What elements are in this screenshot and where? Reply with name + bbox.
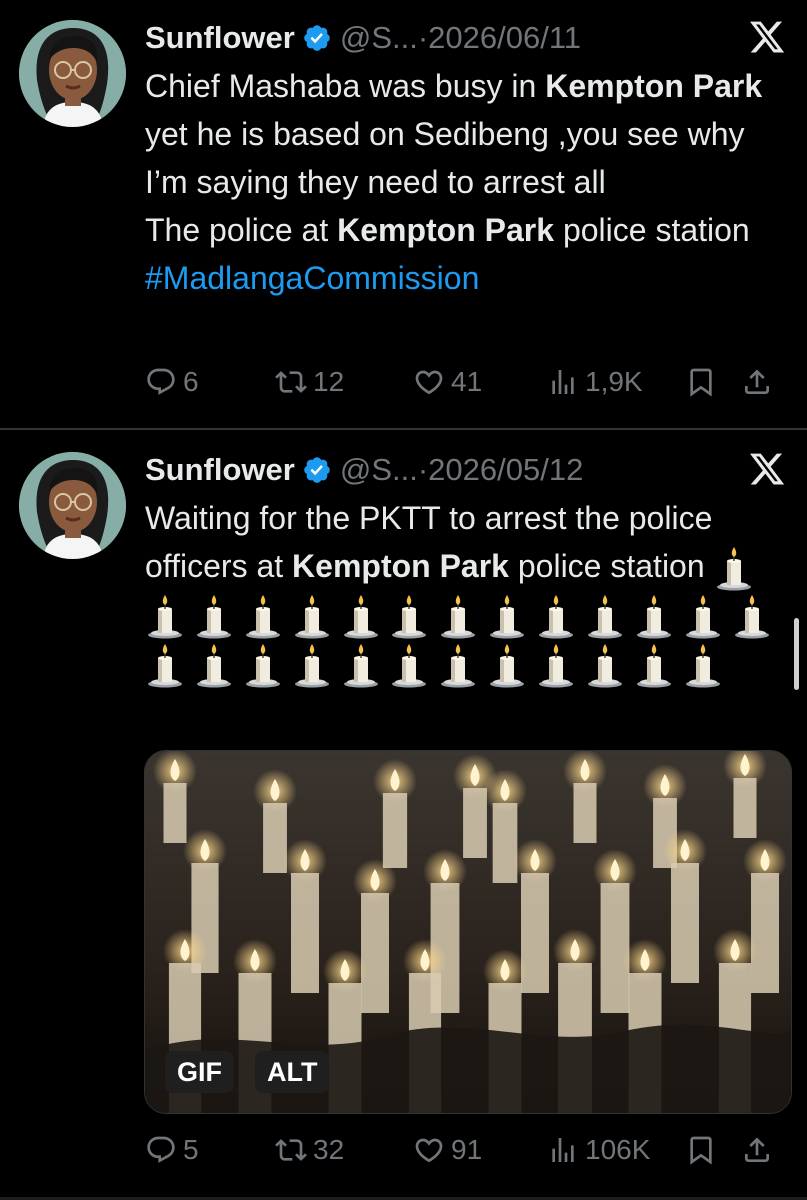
views-icon: [547, 1134, 579, 1166]
views-count: 106K: [585, 1134, 651, 1165]
repost-count: 12: [313, 366, 345, 397]
like-button[interactable]: 91: [413, 1128, 482, 1172]
reply-button[interactable]: 6: [145, 360, 199, 404]
gif-badge: GIF: [165, 1051, 234, 1093]
text-bold-segment: Kempton Park: [337, 212, 555, 248]
tweet-2[interactable]: Sunflower @S... · 2026/05/12 Waiting for…: [0, 432, 807, 1200]
action-bar: 6 12 41 1,9K: [145, 360, 785, 404]
text-bold-segment: Kempton Park: [292, 548, 509, 584]
separator-dot: ·: [417, 452, 429, 487]
bookmark-icon: [685, 1134, 717, 1166]
candle-emoji: [536, 595, 576, 639]
candle-emoji: [634, 595, 674, 639]
hashtag-link[interactable]: #MadlangaCommission: [145, 260, 479, 296]
reply-count: 6: [183, 366, 199, 397]
alt-badge[interactable]: ALT: [255, 1051, 330, 1093]
text-segment: The police at: [145, 212, 338, 248]
views-count: 1,9K: [585, 366, 643, 397]
text-segment: police station: [554, 212, 750, 248]
share-button[interactable]: [741, 360, 779, 404]
share-icon: [741, 366, 773, 398]
candle-emoji: [243, 595, 283, 639]
views-button[interactable]: 106K: [547, 1128, 650, 1172]
text-bold-segment: Kempton Park: [545, 68, 763, 104]
candles-gif-image: [145, 751, 791, 1113]
author-name[interactable]: Sunflower: [145, 452, 295, 488]
candle-emoji: [683, 595, 723, 639]
tweet-divider: [0, 428, 807, 430]
share-icon: [741, 1134, 773, 1166]
views-icon: [547, 366, 579, 398]
like-icon: [413, 366, 445, 398]
candle-emoji: [292, 644, 332, 688]
bookmark-icon: [685, 366, 717, 398]
candle-emoji: [634, 644, 674, 688]
candle-emoji: [292, 595, 332, 639]
repost-icon: [275, 1134, 307, 1166]
tweet-1[interactable]: Sunflower @S... · 2026/06/11 Chief Masha…: [0, 0, 807, 428]
candle-emoji: [536, 644, 576, 688]
candle-emoji: [732, 595, 772, 639]
repost-icon: [275, 366, 307, 398]
tweet-header: Sunflower @S... · 2026/06/11: [145, 16, 581, 60]
author-name[interactable]: Sunflower: [145, 20, 295, 56]
verified-badge-icon: [302, 23, 332, 53]
text-segment: Chief Mashaba was busy in: [145, 68, 546, 104]
candle-emoji: [389, 595, 429, 639]
bookmark-button[interactable]: [685, 1128, 723, 1172]
reply-icon: [145, 1134, 177, 1166]
reply-count: 5: [183, 1134, 199, 1165]
x-logo-icon: [748, 450, 786, 488]
repost-button[interactable]: 32: [275, 1128, 344, 1172]
candle-emoji: [487, 595, 527, 639]
avatar[interactable]: [19, 452, 126, 559]
avatar[interactable]: [19, 20, 126, 127]
gif-media[interactable]: GIF ALT: [144, 750, 792, 1114]
tweet-date[interactable]: 2026/05/12: [428, 452, 583, 488]
candle-emoji: [585, 644, 625, 688]
candle-emoji: [438, 595, 478, 639]
reply-icon: [145, 366, 177, 398]
text-segment: yet he is based on Sedibeng ,you see why…: [145, 116, 745, 200]
author-handle[interactable]: @S...: [340, 452, 418, 488]
like-button[interactable]: 41: [413, 360, 482, 404]
scrollbar-thumb[interactable]: [794, 618, 799, 690]
candle-emoji: [714, 547, 754, 591]
candle-emoji: [389, 644, 429, 688]
repost-button[interactable]: 12: [275, 360, 344, 404]
candle-emoji: [145, 595, 185, 639]
candle-emoji: [438, 644, 478, 688]
candle-emoji: [243, 644, 283, 688]
tweet-text: Chief Mashaba was busy in Kempton Park y…: [145, 62, 785, 302]
candle-emoji: [487, 644, 527, 688]
candle-emoji: [194, 644, 234, 688]
views-button[interactable]: 1,9K: [547, 360, 643, 404]
tweet-text: Waiting for the PKTT to arrest the polic…: [145, 494, 785, 688]
bookmark-button[interactable]: [685, 360, 723, 404]
share-button[interactable]: [741, 1128, 779, 1172]
candle-emoji: [341, 644, 381, 688]
candle-emoji: [194, 595, 234, 639]
candle-emoji: [341, 595, 381, 639]
verified-badge-icon: [302, 455, 332, 485]
tweet-date[interactable]: 2026/06/11: [428, 20, 581, 56]
candle-emoji: [683, 644, 723, 688]
like-count: 91: [451, 1134, 483, 1165]
author-handle[interactable]: @S...: [340, 20, 418, 56]
action-bar: 5 32 91 106K: [145, 1128, 785, 1172]
reply-button[interactable]: 5: [145, 1128, 199, 1172]
repost-count: 32: [313, 1134, 345, 1165]
x-logo-icon: [748, 18, 786, 56]
tweet-header: Sunflower @S... · 2026/05/12: [145, 448, 583, 492]
candle-emoji: [585, 595, 625, 639]
like-count: 41: [451, 366, 483, 397]
candle-emoji: [145, 644, 185, 688]
text-segment: police station: [508, 548, 705, 584]
like-icon: [413, 1134, 445, 1166]
separator-dot: ·: [417, 20, 429, 55]
